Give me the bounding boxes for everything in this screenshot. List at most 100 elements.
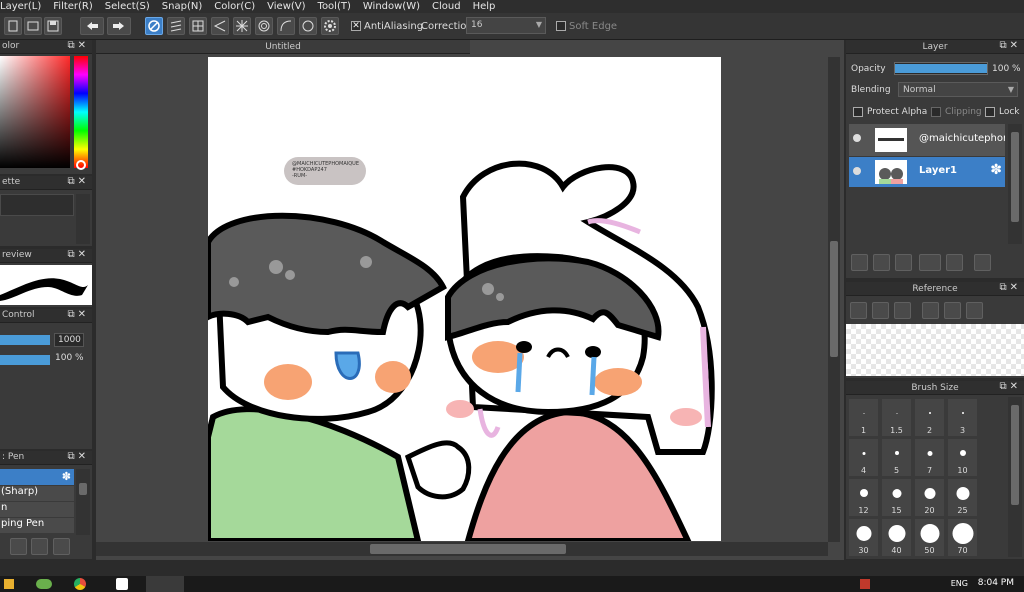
duplicate-brush-button[interactable] xyxy=(53,538,70,555)
brush-size-cell[interactable]: 7 xyxy=(914,438,945,477)
protect-alpha-checkbox[interactable] xyxy=(853,107,863,117)
brush-size-cell[interactable]: 30 xyxy=(848,518,879,557)
brush-item-selected[interactable]: ✽ xyxy=(0,469,74,485)
fit-view-icon[interactable] xyxy=(944,302,961,319)
correction-select[interactable]: 16 ▼ xyxy=(466,17,546,34)
panel-controls[interactable]: ⧉✕ xyxy=(67,40,89,51)
menu-select[interactable]: Select(S) xyxy=(105,1,150,12)
eye-icon[interactable] xyxy=(853,167,861,175)
layer-row-selected[interactable]: Layer1 ✽ xyxy=(849,157,1005,187)
open-file-button[interactable] xyxy=(24,17,42,35)
hue-slider[interactable] xyxy=(74,56,88,168)
no-snap-icon[interactable] xyxy=(145,17,163,35)
panel-controls[interactable]: ⧉✕ xyxy=(999,40,1021,51)
brush-size-slider[interactable] xyxy=(0,335,50,345)
vanishing-snap-icon[interactable] xyxy=(299,17,317,35)
folder-icon[interactable] xyxy=(946,254,963,271)
brush-size-scrollbar[interactable] xyxy=(1008,397,1022,557)
blending-select[interactable]: Normal ▼ xyxy=(898,82,1018,97)
brush-list-scrollbar[interactable] xyxy=(76,469,90,535)
brush-size-cell[interactable]: 20 xyxy=(914,478,945,517)
brush-size-cell[interactable]: 12 xyxy=(848,478,879,517)
zoom-in-icon[interactable] xyxy=(922,302,939,319)
close-icon[interactable] xyxy=(894,302,911,319)
menu-layer[interactable]: Layer(L) xyxy=(0,1,41,12)
brush-size-cell[interactable]: 3 xyxy=(947,398,978,437)
scroll-thumb[interactable] xyxy=(830,241,838,357)
brush-size-cell[interactable]: 1.5 xyxy=(881,398,912,437)
app-icon[interactable] xyxy=(36,579,52,589)
menu-cloud[interactable]: Cloud xyxy=(432,1,461,12)
new-file-button[interactable] xyxy=(4,17,22,35)
upload-icon[interactable] xyxy=(850,302,867,319)
panel-controls[interactable]: ⧉✕ xyxy=(999,282,1021,293)
brush-item[interactable]: n xyxy=(0,502,74,517)
drawing-canvas[interactable]: @MAICHICUTEPHOMAIQUE #HOKDAP247 -RUM- xyxy=(208,57,721,541)
menu-filter[interactable]: Filter(R) xyxy=(53,1,93,12)
parallel-snap-icon[interactable] xyxy=(167,17,185,35)
clipping-checkbox[interactable] xyxy=(931,107,941,117)
color-saturation-picker[interactable] xyxy=(0,56,70,168)
language-indicator[interactable]: ENG xyxy=(951,579,968,588)
brush-item[interactable]: ping Pen xyxy=(0,518,74,533)
perspective-snap-icon[interactable] xyxy=(211,17,229,35)
layer-row[interactable]: @maichicutephom xyxy=(849,124,1005,156)
add-layer-1bit-button[interactable] xyxy=(873,254,890,271)
zoom-out-icon[interactable] xyxy=(966,302,983,319)
antialiasing-checkbox[interactable]: ✕ xyxy=(351,21,361,31)
eye-icon[interactable] xyxy=(853,134,861,142)
add-layer-button[interactable] xyxy=(851,254,868,271)
scroll-thumb[interactable] xyxy=(370,544,566,554)
reference-image-area[interactable] xyxy=(846,324,1024,376)
brush-item[interactable]: (Sharp) xyxy=(0,486,74,501)
clock[interactable]: 8:04 PM xyxy=(978,578,1014,588)
brush-size-cell[interactable]: 1 xyxy=(848,398,879,437)
menu-color[interactable]: Color(C) xyxy=(214,1,255,12)
redo-button[interactable] xyxy=(107,17,131,35)
panel-controls[interactable]: ⧉✕ xyxy=(67,451,89,462)
brush-size-cell[interactable]: 70 xyxy=(947,518,978,557)
active-app-icon[interactable] xyxy=(146,576,184,592)
menu-snap[interactable]: Snap(N) xyxy=(162,1,202,12)
snap-settings-icon[interactable] xyxy=(321,17,339,35)
brush-size-cell[interactable]: 2 xyxy=(914,398,945,437)
gear-icon[interactable]: ✽ xyxy=(990,162,1002,178)
panel-controls[interactable]: ⧉✕ xyxy=(67,176,89,187)
chrome-icon[interactable] xyxy=(74,578,86,590)
brush-size-cell[interactable]: 4 xyxy=(848,438,879,477)
panel-controls[interactable]: ⧉✕ xyxy=(67,249,89,260)
curve-snap-icon[interactable] xyxy=(277,17,295,35)
app-icon[interactable] xyxy=(4,579,14,589)
document-tab[interactable]: Untitled xyxy=(96,40,470,54)
brush-size-cell[interactable]: 5 xyxy=(881,438,912,477)
app-icon[interactable] xyxy=(116,578,128,590)
add-layer-8bit-button[interactable] xyxy=(895,254,912,271)
menu-help[interactable]: Help xyxy=(473,1,496,12)
panel-controls[interactable]: ⧉✕ xyxy=(999,381,1021,392)
save-file-button[interactable] xyxy=(44,17,62,35)
canvas-horizontal-scrollbar[interactable] xyxy=(96,542,828,556)
brush-opacity-slider[interactable] xyxy=(0,355,50,365)
canvas-vertical-scrollbar[interactable] xyxy=(828,57,840,542)
radial-snap-icon[interactable] xyxy=(233,17,251,35)
tray-icon[interactable] xyxy=(860,579,870,589)
brush-size-cell[interactable]: 25 xyxy=(947,478,978,517)
panel-controls[interactable]: ⧉✕ xyxy=(67,309,89,320)
circle-snap-icon[interactable] xyxy=(255,17,273,35)
soft-edge-checkbox[interactable] xyxy=(556,21,566,31)
palette-area[interactable] xyxy=(0,194,74,216)
grid-snap-icon[interactable] xyxy=(189,17,207,35)
brush-size-value[interactable]: 1000 xyxy=(54,333,84,347)
undo-button[interactable] xyxy=(80,17,104,35)
lock-checkbox[interactable] xyxy=(985,107,995,117)
layer-scrollbar[interactable] xyxy=(1008,124,1022,244)
brush-size-cell[interactable]: 50 xyxy=(914,518,945,557)
palette-scrollbar[interactable] xyxy=(76,194,90,244)
brush-size-cell[interactable]: 40 xyxy=(881,518,912,557)
menu-tool[interactable]: Tool(T) xyxy=(318,1,351,12)
menu-view[interactable]: View(V) xyxy=(267,1,305,12)
menu-window[interactable]: Window(W) xyxy=(363,1,420,12)
folder-icon[interactable] xyxy=(31,538,48,555)
hue-handle[interactable] xyxy=(76,160,86,170)
new-brush-button[interactable] xyxy=(10,538,27,555)
